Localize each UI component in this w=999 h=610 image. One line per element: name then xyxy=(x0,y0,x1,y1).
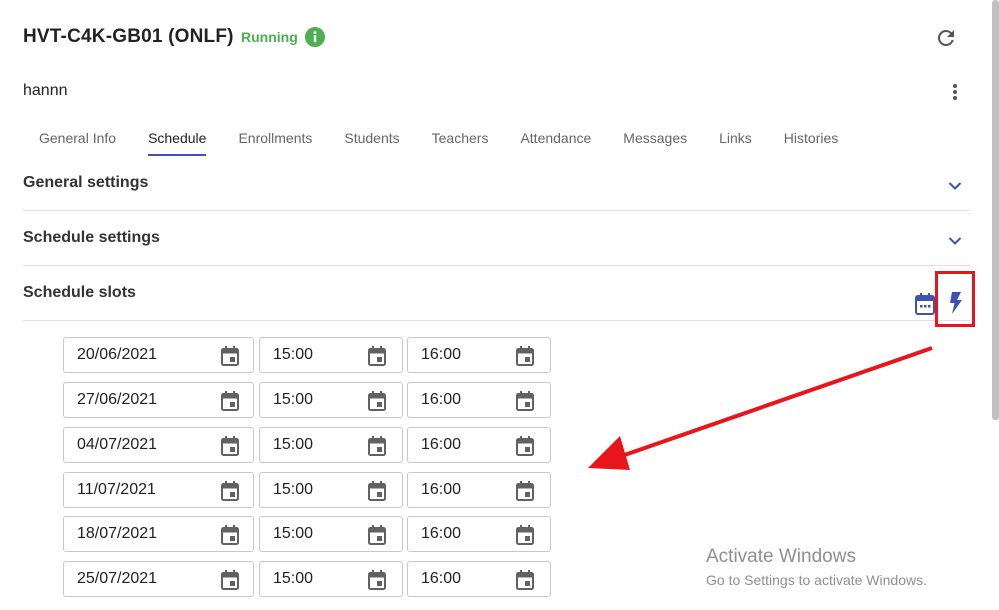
end-time-value: 16:00 xyxy=(421,481,462,498)
tab-histories[interactable]: Histories xyxy=(768,120,854,156)
start-time-field[interactable]: 15:00 xyxy=(259,427,403,463)
calendar-icon[interactable] xyxy=(220,569,240,591)
schedule-slots-title: Schedule slots xyxy=(23,284,136,301)
end-time-field[interactable]: 16:00 xyxy=(407,561,551,597)
start-time-value: 15:00 xyxy=(273,570,314,587)
date-field[interactable]: 04/07/2021 xyxy=(63,427,254,463)
calendar-icon[interactable] xyxy=(220,345,240,367)
general-settings-title: General settings xyxy=(23,174,149,191)
schedule-settings-title: Schedule settings xyxy=(23,229,160,246)
date-value: 25/07/2021 xyxy=(77,570,158,587)
tab-general-info[interactable]: General Info xyxy=(23,120,132,156)
date-field[interactable]: 18/07/2021 xyxy=(63,516,254,552)
tab-schedule[interactable]: Schedule xyxy=(132,120,222,156)
start-time-field[interactable]: 15:00 xyxy=(259,337,403,373)
end-time-field[interactable]: 16:00 xyxy=(407,337,551,373)
more-vert-icon[interactable] xyxy=(944,80,966,104)
calendar-icon[interactable] xyxy=(515,524,535,546)
end-time-value: 16:00 xyxy=(421,436,462,453)
tab-attendance[interactable]: Attendance xyxy=(504,120,607,156)
calendar-icon[interactable] xyxy=(220,390,240,412)
tab-enrollments[interactable]: Enrollments xyxy=(222,120,328,156)
status-badge: Running xyxy=(241,29,298,45)
date-value: 04/07/2021 xyxy=(77,436,158,453)
start-time-value: 15:00 xyxy=(273,391,314,408)
annotation-arrow xyxy=(588,346,933,470)
start-time-field[interactable]: 15:00 xyxy=(259,472,403,508)
watermark-line1: Activate Windows xyxy=(706,546,856,567)
end-time-field[interactable]: 16:00 xyxy=(407,427,551,463)
end-time-value: 16:00 xyxy=(421,346,462,363)
schedule-slots-panel: Schedule slots xyxy=(23,266,970,321)
refresh-icon[interactable] xyxy=(934,26,958,50)
end-time-field[interactable]: 16:00 xyxy=(407,516,551,552)
start-time-field[interactable]: 15:00 xyxy=(259,382,403,418)
end-time-value: 16:00 xyxy=(421,525,462,542)
date-field[interactable]: 27/06/2021 xyxy=(63,382,254,418)
tab-links[interactable]: Links xyxy=(703,120,768,156)
owner-name: hannn xyxy=(23,82,68,99)
start-time-value: 15:00 xyxy=(273,481,314,498)
tab-messages[interactable]: Messages xyxy=(607,120,703,156)
calendar-icon[interactable] xyxy=(220,480,240,502)
date-value: 20/06/2021 xyxy=(77,346,158,363)
general-settings-panel[interactable]: General settings xyxy=(23,156,970,211)
chevron-down-icon[interactable] xyxy=(948,233,962,245)
date-field[interactable]: 20/06/2021 xyxy=(63,337,254,373)
calendar-icon[interactable] xyxy=(220,435,240,457)
chevron-down-icon[interactable] xyxy=(948,178,962,190)
calendar-icon[interactable] xyxy=(367,435,387,457)
calendar-icon[interactable] xyxy=(515,345,535,367)
calendar-icon[interactable] xyxy=(515,569,535,591)
start-time-value: 15:00 xyxy=(273,525,314,542)
end-time-field[interactable]: 16:00 xyxy=(407,472,551,508)
calendar-icon[interactable] xyxy=(367,524,387,546)
start-time-field[interactable]: 15:00 xyxy=(259,561,403,597)
calendar-icon[interactable] xyxy=(914,292,936,316)
end-time-value: 16:00 xyxy=(421,570,462,587)
date-value: 27/06/2021 xyxy=(77,391,158,408)
windows-activation-watermark: Activate Windows Go to Settings to activ… xyxy=(706,546,927,588)
start-time-value: 15:00 xyxy=(273,346,314,363)
watermark-line2: Go to Settings to activate Windows. xyxy=(706,572,927,588)
annotation-highlight-box xyxy=(935,271,975,327)
end-time-value: 16:00 xyxy=(421,391,462,408)
schedule-settings-panel[interactable]: Schedule settings xyxy=(23,211,970,266)
calendar-icon[interactable] xyxy=(367,390,387,412)
calendar-icon[interactable] xyxy=(515,435,535,457)
date-value: 11/07/2021 xyxy=(77,481,156,498)
calendar-icon[interactable] xyxy=(367,569,387,591)
date-field[interactable]: 25/07/2021 xyxy=(63,561,254,597)
tab-teachers[interactable]: Teachers xyxy=(416,120,505,156)
calendar-icon[interactable] xyxy=(515,480,535,502)
tab-students[interactable]: Students xyxy=(328,120,415,156)
scrollbar[interactable] xyxy=(992,0,999,420)
calendar-icon[interactable] xyxy=(220,524,240,546)
tab-bar: General Info Schedule Enrollments Studen… xyxy=(23,120,854,156)
calendar-icon[interactable] xyxy=(367,480,387,502)
date-field[interactable]: 11/07/2021 xyxy=(63,472,254,508)
calendar-icon[interactable] xyxy=(367,345,387,367)
start-time-field[interactable]: 15:00 xyxy=(259,516,403,552)
start-time-value: 15:00 xyxy=(273,436,314,453)
calendar-icon[interactable] xyxy=(515,390,535,412)
end-time-field[interactable]: 16:00 xyxy=(407,382,551,418)
date-value: 18/07/2021 xyxy=(77,525,158,542)
info-icon[interactable] xyxy=(305,27,325,47)
page-title: HVT-C4K-GB01 (ONLF) xyxy=(23,26,234,47)
